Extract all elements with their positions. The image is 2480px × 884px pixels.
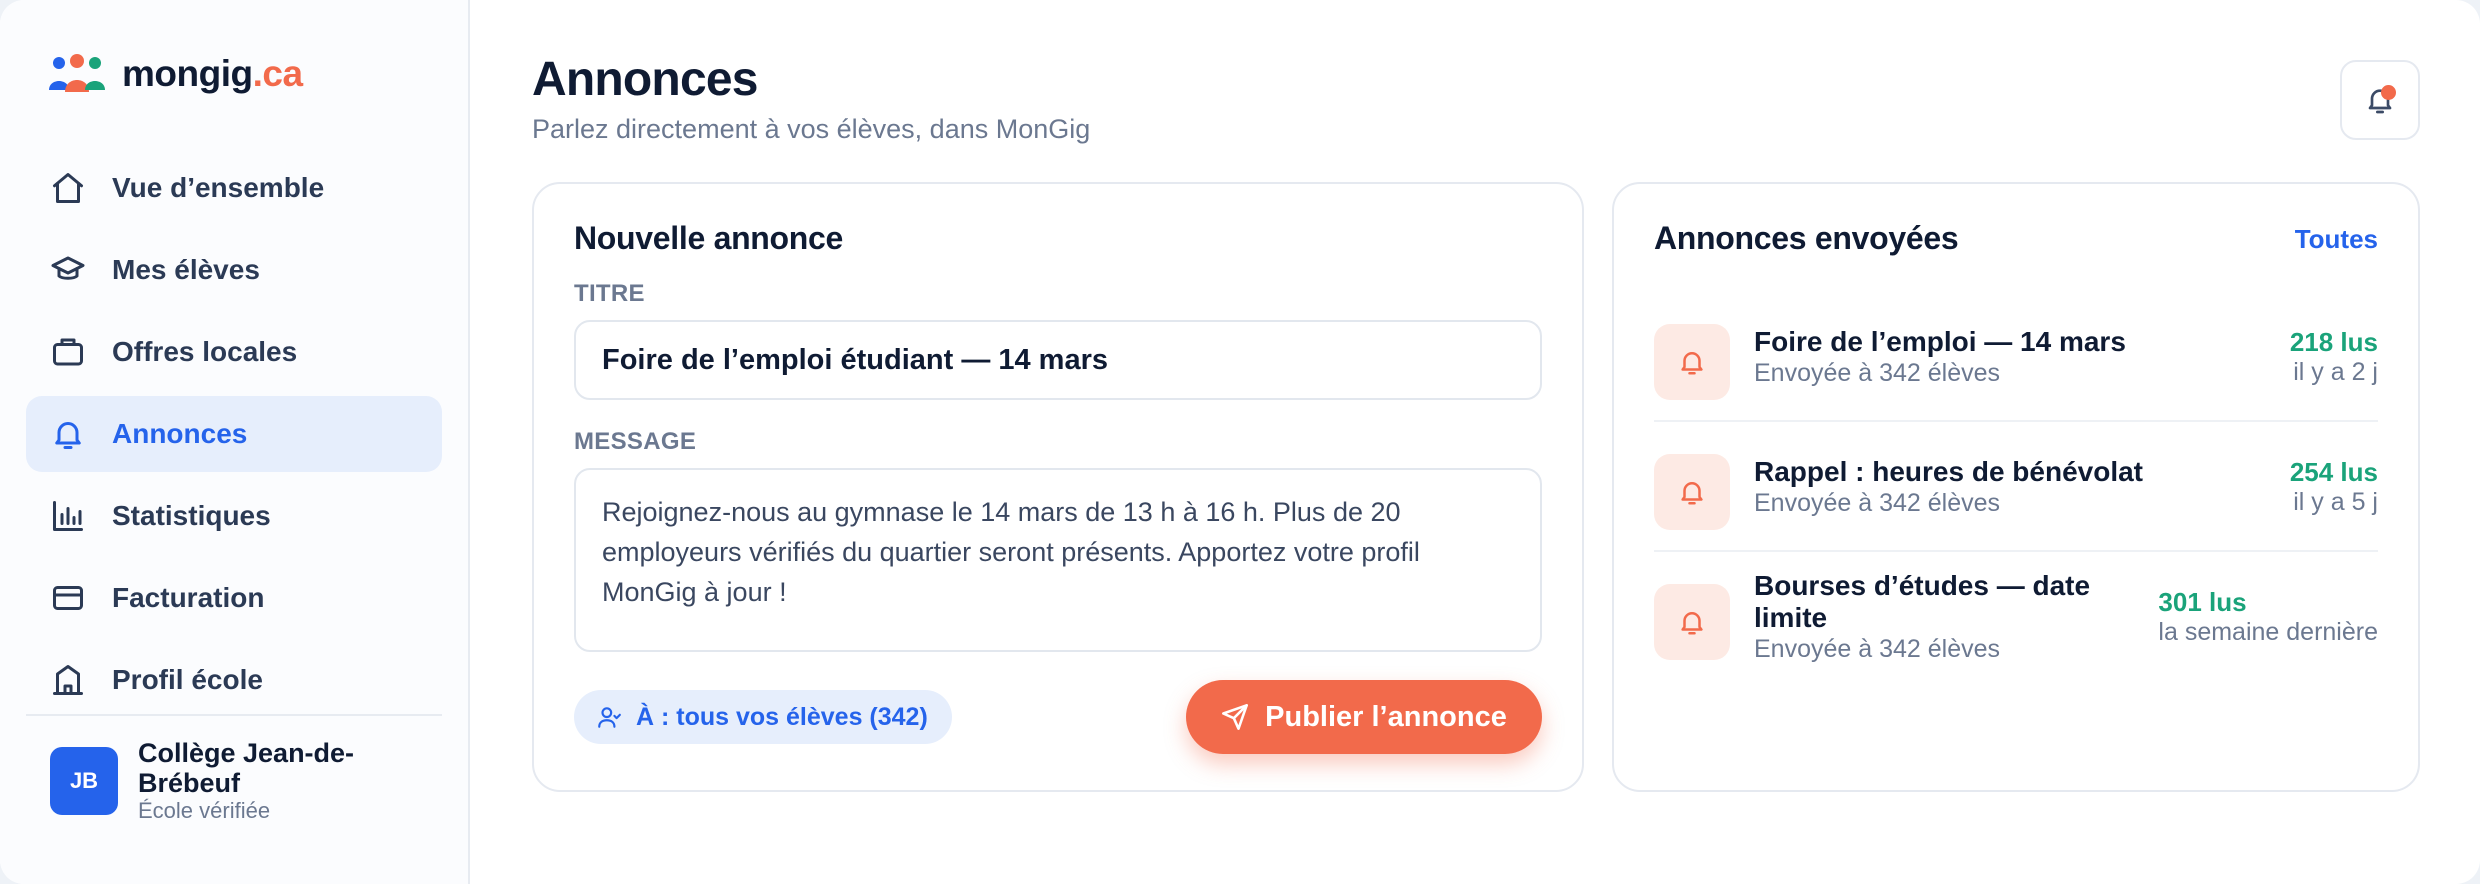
sent-announcements-title: Annonces envoyées — [1654, 220, 1959, 256]
message-field[interactable]: Rejoignez-nous au gymnase le 14 mars de … — [574, 468, 1542, 652]
announcement-text: Foire de l’emploi — 14 mars Envoyée à 34… — [1754, 292, 2154, 422]
read-count: 301 lus — [2158, 587, 2247, 617]
announcement-title: Rappel : heures de bénévolat — [1754, 456, 2143, 487]
announcement-meta: 218 lus il y a 2 j — [2290, 292, 2378, 422]
sidebar-item-billing[interactable]: Facturation — [26, 560, 442, 636]
announcement-recipients: Envoyée à 342 élèves — [1754, 489, 2001, 517]
school-status: École vérifiée — [138, 798, 271, 823]
sidebar-item-label: Statistiques — [112, 500, 271, 531]
sent-announcements-card: Annonces envoyées Toutes Foire de l’empl… — [1612, 182, 2420, 792]
page-title: Annonces — [532, 53, 758, 106]
send-icon — [1222, 704, 1249, 730]
notifications-button[interactable] — [2340, 60, 2420, 140]
sidebar-item-label: Facturation — [112, 582, 265, 613]
announcement-recipients: Envoyée à 342 élèves — [1754, 359, 2001, 387]
sidebar-item-label: Mes élèves — [112, 254, 260, 285]
brand[interactable]: mongig.ca — [26, 50, 442, 98]
publish-button[interactable]: Publier l’annonce — [1186, 680, 1542, 754]
announcement-title: Bourses d’études — date limite — [1754, 570, 2091, 633]
title-field[interactable] — [574, 320, 1542, 400]
see-all-link[interactable]: Toutes — [2295, 224, 2378, 255]
announcement-meta: 254 lus il y a 5 j — [2290, 422, 2378, 552]
message-field-label: MESSAGE — [574, 428, 697, 455]
publish-button-label: Publier l’annonce — [1265, 700, 1507, 733]
sidebar-divider — [26, 714, 442, 716]
bell-icon — [50, 416, 86, 452]
user-icon — [598, 707, 621, 728]
audience-label: À : tous vos élèves (342) — [636, 702, 928, 731]
school-name: Collège Jean-de-Brébeuf — [138, 738, 355, 798]
bell-icon — [1654, 454, 1730, 530]
school-account[interactable]: JB Collège Jean-de-Brébeuf École vérifié… — [50, 738, 368, 824]
sent-time: il y a 5 j — [2293, 488, 2378, 516]
sidebar-item-school-profile[interactable]: Profil école — [26, 642, 442, 718]
sidebar-item-label: Offres locales — [112, 336, 298, 367]
sidebar: mongig.ca Vue d’ensemble Mes élèves Offr… — [0, 0, 470, 884]
bell-icon — [1654, 584, 1730, 660]
title-field-label: TITRE — [574, 280, 645, 307]
read-count: 218 lus — [2289, 327, 2378, 357]
sidebar-item-label: Annonces — [112, 418, 248, 449]
announcement-title: Foire de l’emploi — 14 mars — [1754, 326, 2126, 357]
list-item[interactable]: Rappel : heures de bénévolat Envoyée à 3… — [1654, 422, 2378, 552]
new-announcement-card: Nouvelle annonce TITRE MESSAGE Rejoignez… — [532, 182, 1584, 792]
page-subtitle: Parlez directement à vos élèves, dans Mo… — [532, 114, 1091, 144]
sidebar-item-students[interactable]: Mes élèves — [26, 232, 442, 308]
credit-card-icon — [50, 580, 86, 616]
sidebar-item-announcements[interactable]: Annonces — [26, 396, 442, 472]
bar-chart-icon — [50, 498, 86, 534]
audience-selector[interactable]: À : tous vos élèves (342) — [574, 690, 952, 744]
sidebar-item-label: Vue d’ensemble — [112, 172, 325, 203]
main-content: Annonces Parlez directement à vos élèves… — [470, 0, 2480, 884]
new-announcement-title: Nouvelle annonce — [574, 220, 844, 256]
briefcase-icon — [50, 334, 86, 370]
home-icon — [50, 170, 86, 206]
sidebar-item-local-offers[interactable]: Offres locales — [26, 314, 442, 390]
sidebar-item-statistics[interactable]: Statistiques — [26, 478, 442, 554]
list-item[interactable]: Foire de l’emploi — 14 mars Envoyée à 34… — [1654, 292, 2378, 422]
read-count: 254 lus — [2289, 457, 2378, 487]
school-info: Collège Jean-de-Brébeuf École vérifiée — [138, 738, 368, 824]
sidebar-item-label: Profil école — [112, 664, 263, 695]
announcement-meta: 301 lus la semaine dernière — [2158, 552, 2378, 682]
sent-list: Foire de l’emploi — 14 mars Envoyée à 34… — [1654, 292, 2378, 682]
graduation-cap-icon — [50, 252, 86, 288]
announcement-recipients: Envoyée à 342 élèves — [1754, 635, 2001, 663]
sidebar-nav: Vue d’ensemble Mes élèves Offres locales… — [26, 150, 442, 718]
sent-time: la semaine dernière — [2158, 618, 2378, 646]
brand-name: mongig.ca — [122, 53, 303, 94]
people-group-icon — [49, 54, 105, 92]
app-window: mongig.ca Vue d’ensemble Mes élèves Offr… — [0, 0, 2480, 884]
avatar: JB — [50, 747, 118, 815]
bell-icon — [1654, 324, 1730, 400]
announcement-text: Rappel : heures de bénévolat Envoyée à 3… — [1754, 422, 2154, 552]
notification-dot — [2381, 85, 2396, 100]
sent-time: il y a 2 j — [2293, 358, 2378, 386]
list-item[interactable]: Bourses d’études — date limite Envoyée à… — [1654, 552, 2378, 682]
announcement-text: Bourses d’études — date limite Envoyée à… — [1754, 552, 2114, 682]
school-building-icon — [50, 662, 86, 698]
sidebar-item-overview[interactable]: Vue d’ensemble — [26, 150, 442, 226]
